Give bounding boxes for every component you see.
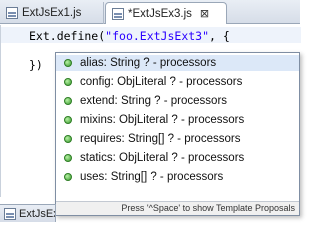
property-icon — [64, 78, 72, 86]
tab-extjsex3[interactable]: *ExtJsEx3.js ⊠ — [105, 2, 227, 24]
proposal-name: alias: — [80, 57, 107, 69]
proposal-item[interactable]: extend: String ? - processors — [56, 93, 299, 109]
proposal-type: ObjLiteral ? - processors — [118, 114, 245, 126]
property-icon — [64, 135, 72, 143]
proposal-item[interactable]: statics: ObjLiteral ? - processors — [56, 150, 299, 166]
code-line-2[interactable]: }) — [29, 58, 43, 72]
property-icon — [64, 116, 72, 124]
content-assist-popup: alias: String ? - processors config: Obj… — [55, 52, 300, 216]
proposal-type: ObjLiteral ? - processors — [117, 76, 243, 88]
code-text: Ext.define( — [29, 29, 106, 43]
code-string: "foo.ExtJsExt3" — [105, 29, 210, 43]
proposal-name: uses: — [80, 171, 108, 183]
proposal-item[interactable]: uses: String[] ? - processors — [56, 169, 299, 185]
code-text: , { — [209, 29, 230, 43]
js-file-icon — [4, 207, 16, 220]
proposal-item[interactable]: mixins: ObjLiteral ? - processors — [56, 112, 299, 128]
property-icon — [64, 154, 72, 162]
editor-tab-bar: ExtJsEx1.js *ExtJsEx3.js ⊠ — [0, 0, 300, 24]
proposal-name: extend: — [80, 95, 118, 107]
proposal-name: mixins: — [80, 114, 116, 126]
proposal-item[interactable]: requires: String[] ? - processors — [56, 131, 299, 147]
code-line-1[interactable]: Ext.define("foo.ExtJsExt3", { — [29, 29, 230, 43]
js-file-icon — [112, 7, 124, 20]
property-icon — [64, 59, 72, 67]
proposal-type: String[] ? - processors — [110, 171, 224, 183]
tab-extjsex1[interactable]: ExtJsEx1.js — [0, 2, 104, 24]
close-icon[interactable]: ⊠ — [200, 4, 209, 24]
template-proposals-hint: Press '^Space' to show Template Proposal… — [56, 201, 299, 215]
proposal-name: requires: — [80, 133, 125, 145]
proposal-item[interactable]: config: ObjLiteral ? - processors — [56, 74, 299, 90]
tab-label: ExtJsEx1.js — [22, 7, 82, 19]
property-icon — [64, 173, 72, 181]
js-file-icon — [6, 7, 18, 19]
proposal-type: String[] ? - processors — [127, 133, 241, 145]
property-icon — [64, 97, 72, 105]
proposal-type: ObjLiteral ? - processors — [119, 152, 245, 164]
tab-label: ExtJsEx2.js — [19, 207, 55, 220]
proposal-name: statics: — [80, 152, 116, 164]
proposal-item[interactable]: alias: String ? - processors — [56, 55, 299, 71]
proposal-name: config: — [80, 76, 114, 88]
proposal-type: String ? - processors — [120, 95, 228, 107]
tab-label: *ExtJsEx3.js — [128, 7, 192, 20]
proposal-type: String ? - processors — [110, 57, 217, 69]
tab-extjsex2[interactable]: ExtJsEx2.js — [0, 204, 56, 222]
